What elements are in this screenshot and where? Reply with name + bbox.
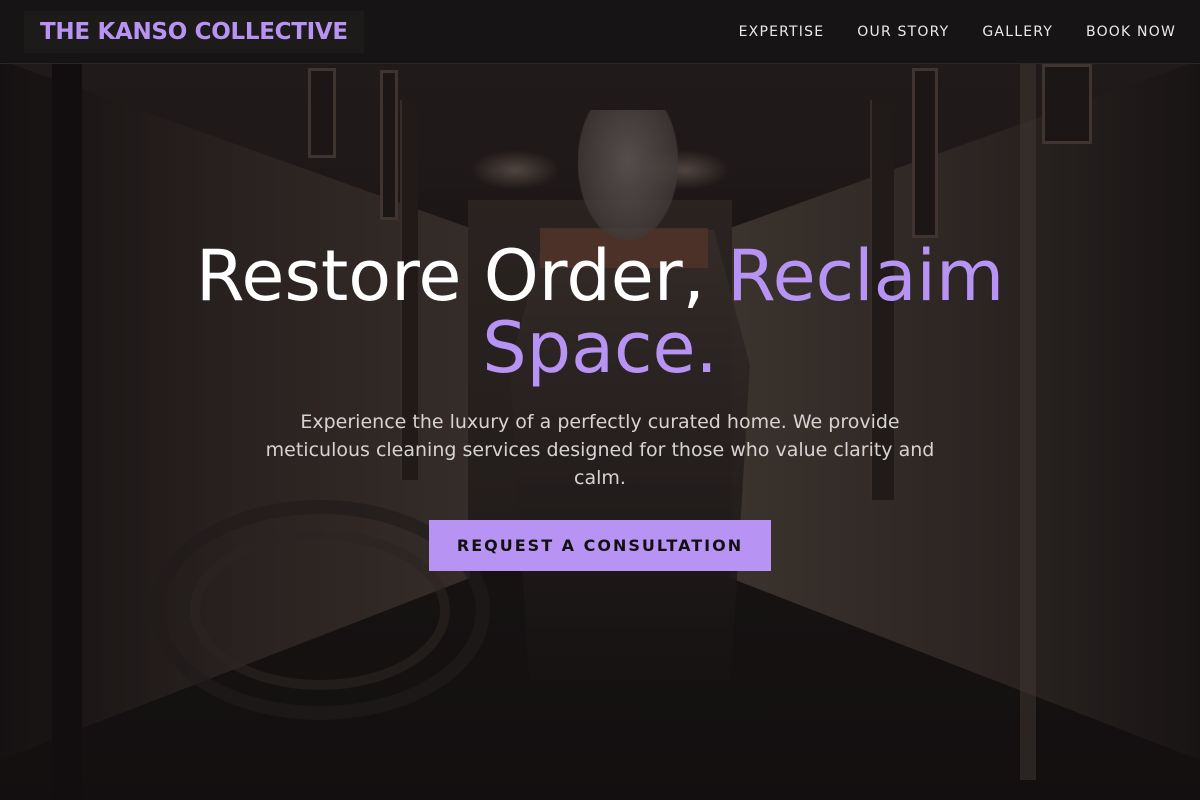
nav-link-expertise[interactable]: EXPERTISE	[739, 24, 825, 40]
site-header: THE KANSO COLLECTIVE EXPERTISE OUR STORY…	[0, 0, 1200, 64]
request-consultation-button[interactable]: REQUEST A CONSULTATION	[429, 520, 771, 571]
nav-link-our-story[interactable]: OUR STORY	[857, 24, 949, 40]
headline-main: Restore Order,	[195, 235, 728, 317]
nav-link-gallery[interactable]: GALLERY	[982, 24, 1053, 40]
hero-subtext: Experience the luxury of a perfectly cur…	[265, 411, 935, 489]
hero-section: Restore Order, Reclaim Space. Experience…	[0, 64, 1200, 800]
nav-link-book-now[interactable]: BOOK NOW	[1086, 24, 1176, 40]
main-nav: EXPERTISE OUR STORY GALLERY BOOK NOW	[739, 24, 1176, 40]
hero-headline: Restore Order, Reclaim Space.	[170, 240, 1030, 384]
brand-logo[interactable]: THE KANSO COLLECTIVE	[24, 10, 364, 53]
